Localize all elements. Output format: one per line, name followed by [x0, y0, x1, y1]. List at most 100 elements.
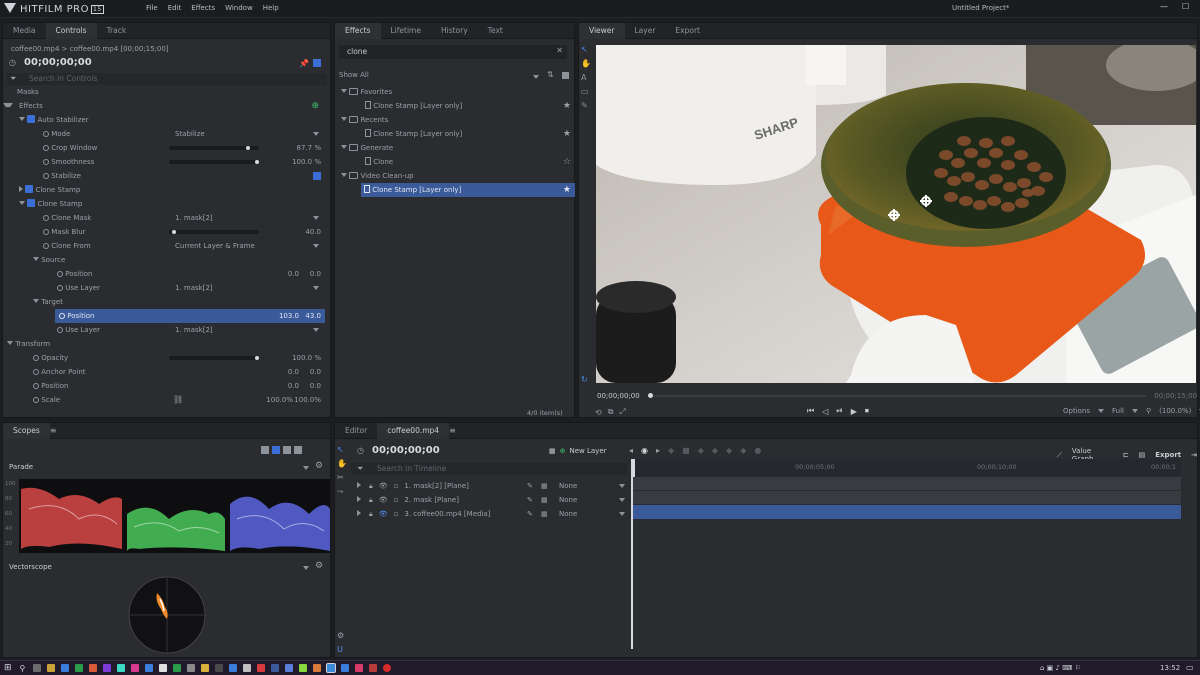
taskbar-app-icon[interactable]	[355, 664, 364, 672]
prop-anchor-point[interactable]: Anchor Point 0.0 0.0	[3, 365, 325, 379]
taskbar-hitfilm-icon[interactable]	[326, 663, 337, 673]
menu-file[interactable]: File	[146, 4, 158, 12]
slider-knob[interactable]	[255, 356, 259, 360]
loop-icon[interactable]: ⟲	[595, 408, 602, 417]
slip-tool-icon[interactable]: ⤳	[337, 485, 347, 499]
taskbar-app-icon[interactable]	[33, 664, 42, 672]
blend-mode-dropdown[interactable]: None	[559, 507, 577, 521]
prop-smoothness[interactable]: Smoothness 100.0 %	[3, 155, 325, 169]
hamburger-icon[interactable]: ≡	[50, 426, 57, 435]
effects-search-input[interactable]: clone	[347, 47, 367, 56]
taskbar-app-icon[interactable]	[299, 664, 308, 672]
prop-target-use-layer[interactable]: Use Layer 1. mask[2]	[3, 323, 325, 337]
visibility-icon[interactable]: 👁︎	[379, 482, 388, 490]
tree-row-transform[interactable]: Transform	[3, 337, 325, 351]
prop-source-use-layer[interactable]: Use Layer 1. mask[2]	[3, 281, 325, 295]
blend-mode-dropdown[interactable]: None	[559, 493, 577, 507]
viewer-scrubber[interactable]	[647, 393, 1147, 398]
folder-generate[interactable]: Generate	[335, 141, 575, 155]
slider-knob[interactable]	[245, 146, 250, 150]
play-pause-icon[interactable]: ⏯	[836, 406, 842, 416]
crop-window-slider[interactable]	[169, 146, 259, 150]
taskbar-app-icon[interactable]	[341, 664, 350, 672]
tab-effects[interactable]: Effects	[335, 22, 381, 39]
layout-single-icon[interactable]	[261, 446, 269, 454]
solo-icon[interactable]: ▫	[394, 496, 399, 504]
prop-mode[interactable]: Mode Stabilize	[3, 127, 325, 141]
effects-search[interactable]: clone ✕	[339, 45, 567, 59]
new-layer-button[interactable]: New Layer	[570, 447, 607, 455]
tab-scopes[interactable]: Scopes	[3, 422, 50, 439]
prop-source-position[interactable]: Position 0.0 0.0	[3, 267, 325, 281]
prop-clone-mask[interactable]: Clone Mask 1. mask[2]	[3, 211, 325, 225]
track-bar[interactable]	[631, 477, 1181, 491]
opacity-slider[interactable]	[169, 356, 259, 360]
vectorscope-label[interactable]: Vectorscope	[9, 563, 52, 571]
layout-columns-icon[interactable]	[283, 446, 291, 454]
timeline-search-input[interactable]: Search in Timeline	[377, 464, 446, 473]
tab-layer[interactable]: Layer	[625, 23, 666, 39]
add-icon[interactable]: ⊕	[560, 447, 566, 455]
edit-icon[interactable]: ✎	[527, 493, 533, 507]
prop-target-position[interactable]: Position 103.0 43.0	[55, 309, 325, 323]
taskbar-app-icon[interactable]	[257, 664, 266, 672]
tree-row-source[interactable]: Source	[3, 253, 325, 267]
menu-effects[interactable]: Effects	[191, 4, 215, 12]
fit-icon[interactable]: ⧉	[608, 407, 614, 417]
star-icon[interactable]: ★	[563, 99, 571, 113]
prop-clone-from[interactable]: Clone From Current Layer & Frame	[3, 239, 325, 253]
windows-start-icon[interactable]: ⊞	[4, 663, 12, 673]
vectorscope-settings-icon[interactable]: ⚙	[315, 561, 323, 571]
taskbar-app-icon[interactable]	[47, 664, 56, 672]
taskbar-search-icon[interactable]: ⚲	[20, 664, 26, 673]
taskbar-app-icon[interactable]	[243, 664, 252, 672]
smoothness-slider[interactable]	[169, 160, 259, 164]
lock-icon[interactable]: 🔒︎	[369, 482, 373, 490]
tab-editor[interactable]: Editor	[335, 423, 377, 439]
rotate-icon[interactable]: ↻	[581, 375, 588, 384]
layout-split-icon[interactable]	[272, 446, 280, 454]
blend-mode-dropdown[interactable]: None	[559, 479, 577, 493]
step-back-icon[interactable]: ◁	[822, 407, 828, 416]
effects-filter[interactable]: Show All	[339, 71, 369, 79]
blend-icon[interactable]: ▦	[541, 493, 548, 507]
tree-row-target[interactable]: Target	[3, 295, 325, 309]
taskbar-app-icon[interactable]	[131, 664, 140, 672]
taskbar-app-icon[interactable]	[285, 664, 294, 672]
checkbox-icon[interactable]	[27, 115, 36, 123]
effect-item[interactable]: Clone Stamp [Layer only] ★	[335, 99, 575, 113]
checkbox-icon[interactable]	[25, 185, 34, 193]
add-effect-icon[interactable]: ⊕	[311, 99, 319, 113]
mask-blur-slider[interactable]	[169, 230, 259, 234]
tree-row-auto-stabilizer[interactable]: Auto Stabilizer	[3, 113, 325, 127]
solo-icon[interactable]: ▫	[394, 482, 399, 490]
tray-icons[interactable]: ⌂ ▣ ♪ ⌨ ⚐	[1040, 664, 1081, 672]
taskbar-app-icon[interactable]	[117, 664, 126, 672]
brush-tool-icon[interactable]: ✎	[581, 99, 591, 113]
taskbar-app-icon[interactable]	[75, 664, 84, 672]
sort-icon[interactable]: ⇅	[547, 70, 554, 79]
prop-opacity[interactable]: Opacity 100.0 %	[3, 351, 325, 365]
lock-icon[interactable]: 🔒︎	[369, 510, 373, 518]
prev-keyframe-icon[interactable]: ◂	[629, 446, 633, 455]
blend-icon[interactable]: ▦	[541, 479, 548, 493]
hand-tool-icon[interactable]: ✋	[581, 57, 591, 71]
prop-mask-blur[interactable]: Mask Blur 40.0	[3, 225, 325, 239]
hamburger-icon[interactable]: ≡	[449, 426, 456, 435]
taskbar-app-icon[interactable]	[173, 664, 182, 672]
tab-export[interactable]: Export	[665, 23, 710, 39]
visibility-icon[interactable]: 👁︎	[379, 510, 388, 518]
star-icon[interactable]: ★	[563, 127, 571, 141]
prop-crop-window[interactable]: Crop Window 87.7 %	[3, 141, 325, 155]
parade-label[interactable]: Parade	[9, 463, 33, 471]
taskbar-app-icon[interactable]	[145, 664, 154, 672]
snap-icon[interactable]: ⊏	[1123, 451, 1129, 459]
taskbar-app-icon[interactable]	[187, 664, 196, 672]
taskbar-app-icon[interactable]	[159, 664, 168, 672]
menu-help[interactable]: Help	[263, 4, 279, 12]
tab-text[interactable]: Text	[478, 23, 513, 39]
controls-search[interactable]: ⏷ Search in Controls	[7, 73, 327, 85]
menu-window[interactable]: Window	[225, 4, 253, 12]
slider-knob[interactable]	[171, 230, 176, 234]
controls-search-input[interactable]: Search in Controls	[29, 74, 97, 83]
